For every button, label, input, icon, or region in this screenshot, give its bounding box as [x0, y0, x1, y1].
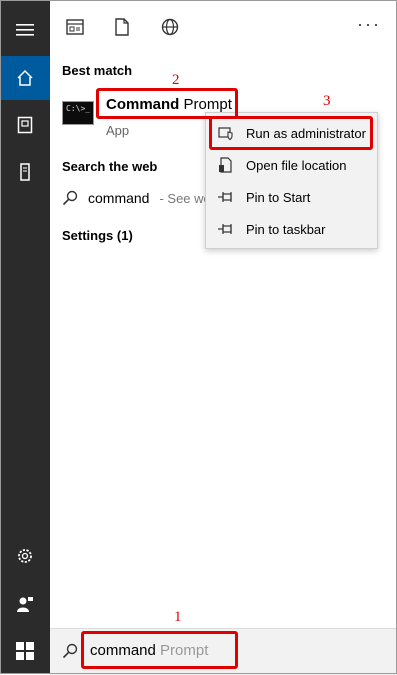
globe-icon [161, 18, 179, 36]
search-icon [62, 643, 78, 659]
document-icon [115, 18, 129, 36]
sidebar-item-feedback[interactable] [0, 582, 50, 626]
annotation-box-1 [81, 631, 238, 669]
more-options-button[interactable]: ··· [357, 14, 381, 35]
sidebar [0, 0, 50, 628]
apps-icon [66, 19, 84, 35]
start-button[interactable] [0, 628, 50, 674]
tower-icon [20, 163, 30, 181]
documents-filter-button[interactable] [111, 16, 133, 38]
annotation-box-3 [209, 116, 373, 150]
gear-icon [18, 549, 32, 563]
sidebar-item-settings[interactable] [0, 534, 50, 578]
file-location-icon [219, 157, 232, 173]
notebook-icon [17, 116, 33, 134]
web-search-result[interactable]: command - See we [62, 190, 211, 206]
annotation-number-3: 3 [323, 93, 331, 109]
windows-logo-icon [16, 642, 34, 660]
sidebar-item-devices[interactable] [0, 150, 50, 194]
menu-pin-to-taskbar[interactable]: Pin to taskbar [206, 213, 377, 245]
sidebar-item-notebook[interactable] [0, 103, 50, 147]
menu-open-file-location[interactable]: Open file location [206, 149, 377, 181]
search-web-heading: Search the web [62, 159, 158, 174]
menu-item-label: Pin to Start [246, 189, 311, 205]
menu-item-label: Pin to taskbar [246, 221, 326, 237]
best-match-subtitle: App [106, 123, 130, 138]
home-icon [17, 69, 33, 86]
hamburger-menu-button[interactable] [0, 8, 50, 52]
settings-heading[interactable]: Settings (1) [62, 228, 133, 243]
sidebar-item-home[interactable] [0, 56, 50, 100]
feedback-person-icon [17, 597, 33, 612]
hamburger-menu-icon [16, 24, 34, 36]
menu-pin-to-start[interactable]: Pin to Start [206, 181, 377, 213]
pin-icon [218, 192, 232, 202]
annotation-number-2: 2 [172, 72, 180, 88]
search-icon [62, 190, 78, 206]
best-match-heading: Best match [62, 63, 133, 78]
pin-icon [218, 224, 232, 234]
annotation-number-1: 1 [174, 609, 182, 625]
web-search-hint: - See we [159, 190, 211, 206]
apps-filter-button[interactable] [64, 16, 86, 38]
web-filter-button[interactable] [159, 16, 181, 38]
command-prompt-icon: C:\>_ [62, 101, 94, 125]
web-search-query: command [88, 190, 150, 206]
menu-item-label: Open file location [246, 157, 347, 173]
annotation-box-2 [96, 88, 238, 119]
